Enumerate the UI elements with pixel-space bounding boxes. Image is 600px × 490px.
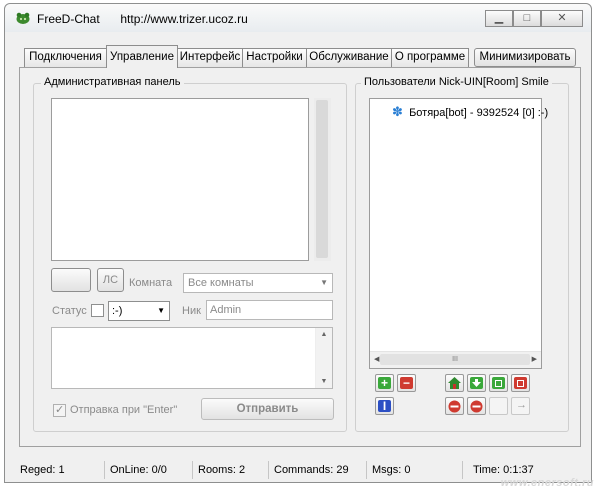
close-window-button[interactable]: ✕ xyxy=(541,10,583,27)
status-online: OnLine: 0/0 xyxy=(105,461,193,479)
users-list[interactable]: ✽ Ботяра[bot] - 9392524 [0] :-) ◀ III ▶ xyxy=(369,98,548,369)
scroll-up-icon[interactable]: ▲ xyxy=(316,331,332,338)
users-horizontal-scrollbar[interactable]: ◀ III ▶ xyxy=(370,351,541,368)
close-icon: ✕ xyxy=(557,12,567,24)
admin-log-scrollbar[interactable] xyxy=(314,98,331,261)
list-item[interactable]: ✽ Ботяра[bot] - 9392524 [0] :-) xyxy=(392,104,549,119)
send-on-enter-label: Отправка при "Enter" xyxy=(70,404,178,416)
tab-service[interactable]: Обслуживание xyxy=(306,48,392,67)
room-label: Комната xyxy=(129,277,173,289)
nick-input[interactable]: Admin xyxy=(206,300,333,320)
scroll-grip-icon: III xyxy=(452,356,458,363)
ban-icon xyxy=(448,400,461,413)
scroll-thumb[interactable]: III xyxy=(380,354,530,365)
nick-label: Ник xyxy=(182,305,201,317)
add-user-icon: + xyxy=(378,377,391,389)
red-square-icon xyxy=(514,377,527,389)
scroll-right-icon[interactable]: ▶ xyxy=(532,355,537,363)
minimize-icon: ▁ xyxy=(494,12,504,24)
arrow-right-icon: → xyxy=(516,399,527,411)
status-select[interactable]: :-) ▼ xyxy=(108,301,170,321)
scroll-down-icon[interactable]: ▼ xyxy=(316,378,332,385)
snowflake-user-icon: ✽ xyxy=(392,104,403,119)
red-square-button[interactable] xyxy=(511,374,530,392)
tab-interface[interactable]: Интерфейс xyxy=(177,48,243,67)
chevron-down-icon: ▼ xyxy=(157,306,165,315)
message-input[interactable]: ▲ ▼ xyxy=(51,327,333,389)
status-reged: Reged: 1 xyxy=(15,461,105,479)
status-msgs: Msgs: 0 xyxy=(367,461,463,479)
private-message-button[interactable]: ЛС xyxy=(97,268,124,292)
minimize-to-tray-button[interactable]: Минимизировать xyxy=(474,48,576,67)
room-select[interactable]: Все комнаты ▼ xyxy=(183,273,333,293)
green-square-button[interactable] xyxy=(489,374,508,392)
user-entry-text: Ботяра[bot] - 9392524 [0] :-) xyxy=(409,107,549,119)
home-icon xyxy=(448,377,461,389)
remove-user-button[interactable]: − xyxy=(397,374,416,392)
remove-user-icon: − xyxy=(400,377,413,389)
ban-button[interactable] xyxy=(445,397,464,415)
room-select-value: Все комнаты xyxy=(188,277,254,289)
title-bar[interactable]: FreeD-Chat http://www.trizer.ucoz.ru ▁ □… xyxy=(5,4,591,32)
maximize-window-button[interactable]: □ xyxy=(513,10,541,27)
status-label: Статус xyxy=(52,305,87,317)
scroll-thumb[interactable] xyxy=(316,100,328,258)
home-button[interactable] xyxy=(445,374,464,392)
status-checkbox[interactable] xyxy=(91,304,104,317)
app-url: http://www.trizer.ucoz.ru xyxy=(120,12,248,26)
block-button[interactable] xyxy=(467,397,486,415)
nick-input-value: Admin xyxy=(210,304,242,316)
tab-management[interactable]: Управление xyxy=(106,45,178,68)
blank-button[interactable] xyxy=(489,397,508,415)
add-user-button[interactable]: + xyxy=(375,374,394,392)
block-icon xyxy=(470,400,483,413)
watermark: www.enersoft.ru xyxy=(500,477,594,489)
users-panel-title: Пользователи Nick-UIN[Room] Smile xyxy=(361,76,552,88)
admin-log-area[interactable] xyxy=(51,98,309,261)
color-button[interactable] xyxy=(51,268,91,292)
status-commands: Commands: 29 xyxy=(269,461,367,479)
minimize-window-button[interactable]: ▁ xyxy=(485,10,513,27)
tab-settings[interactable]: Настройки xyxy=(242,48,307,67)
status-rooms: Rooms: 2 xyxy=(193,461,269,479)
download-icon xyxy=(470,377,483,389)
send-on-enter-checkbox[interactable]: ✓ xyxy=(53,404,66,417)
text-cursor-button[interactable]: I xyxy=(375,397,394,415)
green-square-icon xyxy=(492,377,505,389)
next-button[interactable]: → xyxy=(511,397,530,415)
maximize-icon: □ xyxy=(523,12,531,24)
main-window: FreeD-Chat http://www.trizer.ucoz.ru ▁ □… xyxy=(4,3,592,483)
chevron-down-icon: ▼ xyxy=(320,278,328,287)
tab-about[interactable]: О программе xyxy=(391,48,469,67)
send-button[interactable]: Отправить xyxy=(201,398,334,420)
text-cursor-icon: I xyxy=(378,400,391,412)
message-scrollbar[interactable]: ▲ ▼ xyxy=(315,328,332,388)
app-logo-icon xyxy=(16,12,30,24)
scroll-left-icon[interactable]: ◀ xyxy=(374,355,379,363)
status-select-value: :-) xyxy=(112,305,123,317)
admin-panel-title: Административная панель xyxy=(41,76,184,88)
window-title: FreeD-Chat http://www.trizer.ucoz.ru xyxy=(37,12,248,26)
tab-connections[interactable]: Подключения xyxy=(24,48,107,67)
app-name: FreeD-Chat xyxy=(37,12,100,26)
checkmark-icon: ✓ xyxy=(55,404,65,416)
download-button[interactable] xyxy=(467,374,486,392)
